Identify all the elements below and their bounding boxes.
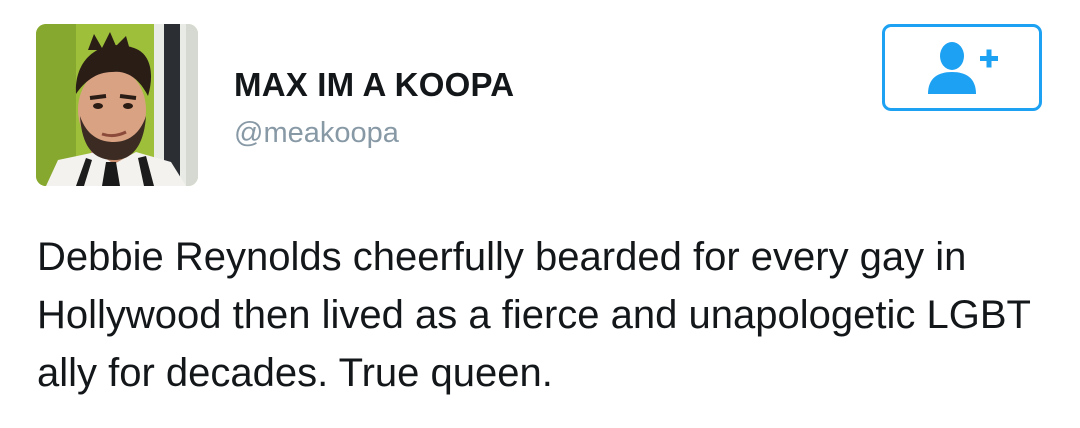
tweet-card: MAX IM A KOOPA @meakoopa Debbie Reynolds… bbox=[0, 0, 1080, 428]
author-handle[interactable]: @meakoopa bbox=[234, 117, 399, 150]
tweet-text: Debbie Reynolds cheerfully bearded for e… bbox=[37, 235, 1031, 395]
follow-user-plus-icon bbox=[928, 41, 998, 94]
profile-photo bbox=[36, 24, 198, 186]
follow-button[interactable] bbox=[882, 24, 1042, 111]
author-display-name[interactable]: MAX IM A KOOPA bbox=[234, 66, 514, 104]
avatar[interactable] bbox=[36, 24, 198, 186]
